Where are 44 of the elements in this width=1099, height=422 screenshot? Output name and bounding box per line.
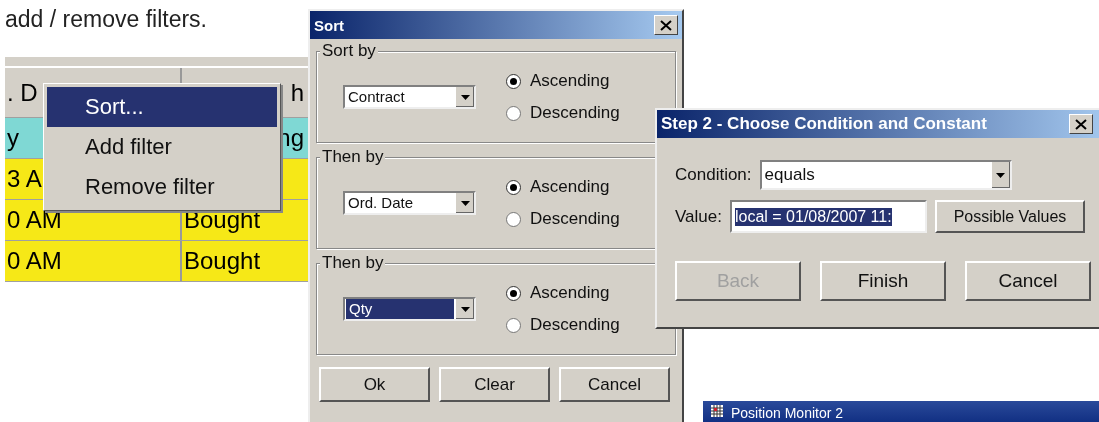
caret-icon <box>990 162 1010 188</box>
table-cell: 0 AM <box>5 241 182 281</box>
radio-button[interactable] <box>506 211 521 227</box>
radio-label[interactable]: Descending <box>530 209 620 229</box>
close-icon <box>660 19 672 31</box>
radio-label[interactable]: Ascending <box>530 177 610 197</box>
window-title: Step 2 - Choose Condition and Constant <box>661 114 987 134</box>
grid-icon <box>711 405 723 417</box>
radio-button[interactable] <box>506 73 521 89</box>
input-field[interactable]: local = 01/08/2007 11: <box>729 200 927 233</box>
dropdown[interactable]: Contract <box>343 85 476 109</box>
field-label: Condition: <box>675 165 752 185</box>
dialog-button[interactable]: Ok <box>319 367 430 402</box>
caret-icon <box>455 87 474 107</box>
caret-icon <box>455 193 474 213</box>
caption-text: add / remove filters. <box>5 6 207 33</box>
radio-button[interactable] <box>506 317 521 333</box>
close-button[interactable] <box>1069 114 1093 134</box>
radio-label[interactable]: Ascending <box>530 71 610 91</box>
radio-button[interactable] <box>506 285 521 301</box>
menu-item[interactable]: Sort... <box>47 87 277 127</box>
dropdown[interactable]: equals <box>759 160 1012 190</box>
dialog-button[interactable]: Cancel <box>559 367 670 402</box>
radio-button[interactable] <box>506 179 521 195</box>
dialog-button[interactable]: Cancel <box>965 261 1091 301</box>
field-label: Value: <box>675 206 722 227</box>
possible-values-button[interactable]: Possible Values <box>934 200 1085 233</box>
table-cell-text: Bought <box>183 246 262 276</box>
group-label: Then by <box>320 147 386 167</box>
caret-icon <box>455 299 474 319</box>
radio-label[interactable]: Ascending <box>530 283 610 303</box>
radio-label[interactable]: Descending <box>530 103 620 123</box>
window-title: Sort <box>314 16 344 34</box>
group-label: Sort by <box>320 41 378 61</box>
dropdown[interactable]: Qty <box>343 297 476 321</box>
group-label: Then by <box>320 253 386 273</box>
dialog-button[interactable]: Finish <box>820 261 946 301</box>
radio-label[interactable]: Descending <box>530 315 620 335</box>
window-title: Position Monitor 2 <box>731 405 844 421</box>
close-icon <box>1075 118 1087 130</box>
radio-button[interactable] <box>506 105 521 121</box>
dropdown[interactable]: Ord. Date <box>343 191 476 215</box>
dialog-button[interactable]: Clear <box>439 367 550 402</box>
close-button[interactable] <box>654 15 678 35</box>
